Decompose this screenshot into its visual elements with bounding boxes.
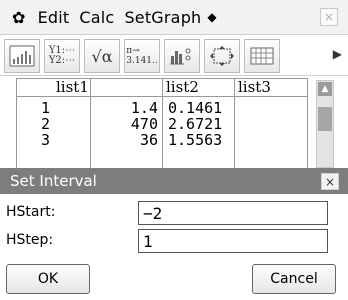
table-cell-list2[interactable]: 2.6721 <box>164 116 234 132</box>
sqrt-alpha-button[interactable]: √α <box>84 39 120 73</box>
column-header-list1[interactable]: list1 <box>56 78 89 96</box>
sqrt-alpha-icon: √α <box>91 46 113 66</box>
row-number: 3 <box>40 131 50 149</box>
row-number: 1 <box>40 99 50 117</box>
more-menu-icon[interactable]: ◆ <box>207 10 216 24</box>
list-editor-y-icon: Y1:⋯ Y2:⋯ <box>48 45 76 66</box>
table-cell-list2[interactable]: 1.5563 <box>164 132 234 148</box>
stat-graph-button[interactable] <box>164 39 200 73</box>
row-number: 2 <box>40 115 50 133</box>
graph-window-icon <box>9 45 35 67</box>
menu-bar: ✿ Edit Calc SetGraph ◆ × <box>0 0 348 35</box>
ok-button[interactable]: OK <box>6 264 90 294</box>
gear-icon[interactable]: ✿ <box>12 8 26 27</box>
close-icon[interactable]: × <box>320 8 338 26</box>
cancel-button[interactable]: Cancel <box>252 264 336 294</box>
list-grid: list1 list2 list3 1 1.4 0.1461 2 470 2.6… <box>16 78 308 168</box>
scroll-thumb[interactable] <box>318 107 332 131</box>
graph-window-button[interactable] <box>4 39 40 73</box>
table-cell-list1[interactable]: 470 <box>92 116 158 132</box>
hstart-input[interactable]: −2 <box>138 201 328 225</box>
resize-window-button[interactable] <box>204 39 240 73</box>
list-y-button[interactable]: Y1:⋯ Y2:⋯ <box>44 39 80 73</box>
keyboard-grid-button[interactable] <box>244 39 280 73</box>
toolbar: Y1:⋯ Y2:⋯ √α π→ 3.141.. ▶ <box>0 35 348 76</box>
stat-graph-icon <box>170 48 191 65</box>
dialog-close-icon[interactable]: × <box>321 173 339 190</box>
table-scrollbar[interactable]: ▲ <box>316 80 334 168</box>
dialog-title-bar: Set Interval × <box>0 168 348 194</box>
column-header-list2[interactable]: list2 <box>166 78 199 96</box>
pi-decimal-icon: π→ 3.141.. <box>126 46 158 66</box>
menu-edit[interactable]: Edit <box>38 8 70 27</box>
column-header-list3[interactable]: list3 <box>238 78 271 96</box>
list-editor-table: list1 list2 list3 1 1.4 0.1461 2 470 2.6… <box>0 76 348 168</box>
menu-setgraph[interactable]: SetGraph <box>124 8 201 27</box>
menu-calc[interactable]: Calc <box>79 8 114 27</box>
table-cell-list1[interactable]: 36 <box>92 132 158 148</box>
hstep-input[interactable]: 1 <box>138 229 328 253</box>
hstart-label: HStart: <box>6 204 56 220</box>
table-cell-list1[interactable]: 1.4 <box>92 100 158 116</box>
set-interval-dialog: Set Interval × HStart: −2 HStep: 1 OK Ca… <box>0 168 348 300</box>
resize-window-icon <box>210 46 234 66</box>
hstep-label: HStep: <box>6 232 54 248</box>
toolbar-next-arrow-icon[interactable]: ▶ <box>333 47 342 61</box>
pi-decimal-button[interactable]: π→ 3.141.. <box>124 39 160 73</box>
keyboard-grid-icon <box>250 47 274 65</box>
table-cell-list2[interactable]: 0.1461 <box>164 100 234 116</box>
scroll-up-icon[interactable]: ▲ <box>318 82 332 96</box>
dialog-title: Set Interval <box>10 172 97 190</box>
